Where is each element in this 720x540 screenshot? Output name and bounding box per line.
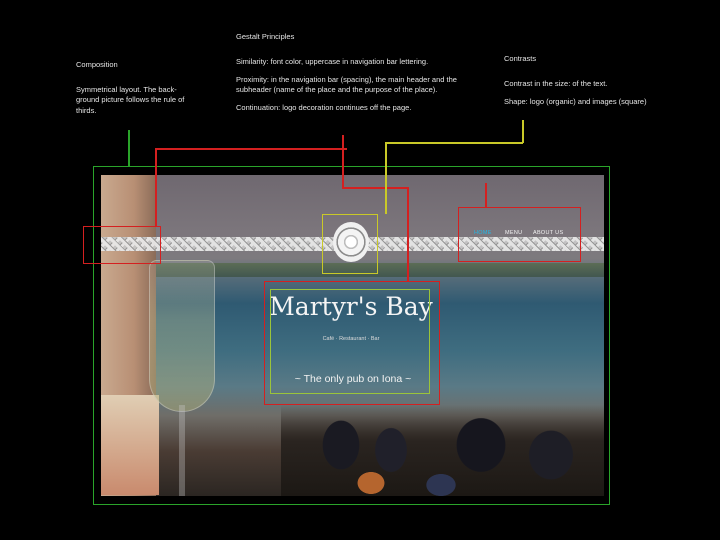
gestalt-similarity: Similarity: font color, uppercase in nav… xyxy=(236,56,429,66)
nav-connector xyxy=(485,183,487,207)
gestalt-connector-left-v xyxy=(155,148,157,226)
contrasts-shape: Shape: logo (organic) and images (square… xyxy=(504,96,647,106)
gestalt-note: Gestalt Principles Similarity: font colo… xyxy=(236,32,476,121)
contrasts-heading: Contrasts xyxy=(504,54,537,63)
contrast-connector-v xyxy=(385,142,387,214)
composition-note: Composition Symmetrical layout. The back… xyxy=(76,60,186,124)
braid-left-outline xyxy=(83,226,161,264)
composition-body: Symmetrical layout. The back-ground pict… xyxy=(76,84,185,115)
gestalt-continuation: Continuation: logo decoration continues … xyxy=(236,103,412,112)
composition-connector xyxy=(128,130,130,166)
composition-heading: Composition xyxy=(76,60,118,69)
logo-outline xyxy=(322,214,378,274)
contrast-connector-up xyxy=(522,120,524,143)
gestalt-heading: Gestalt Principles xyxy=(236,32,295,41)
contrast-connector-h xyxy=(385,142,523,144)
gestalt-connector-mid-v xyxy=(342,135,344,187)
contrasts-note: Contrasts Contrast in the size: of the t… xyxy=(504,54,664,115)
gestalt-connector-left-h xyxy=(155,148,347,150)
gestalt-connector-mid-v2 xyxy=(407,187,409,281)
title-inner-outline xyxy=(270,289,430,394)
contrasts-size: Contrast in the size: of the text. xyxy=(504,78,608,88)
nav-outline xyxy=(458,207,581,262)
gestalt-connector-mid-h xyxy=(342,187,408,189)
gestalt-proximity: Proximity: in the navigation bar (spacin… xyxy=(236,74,457,95)
